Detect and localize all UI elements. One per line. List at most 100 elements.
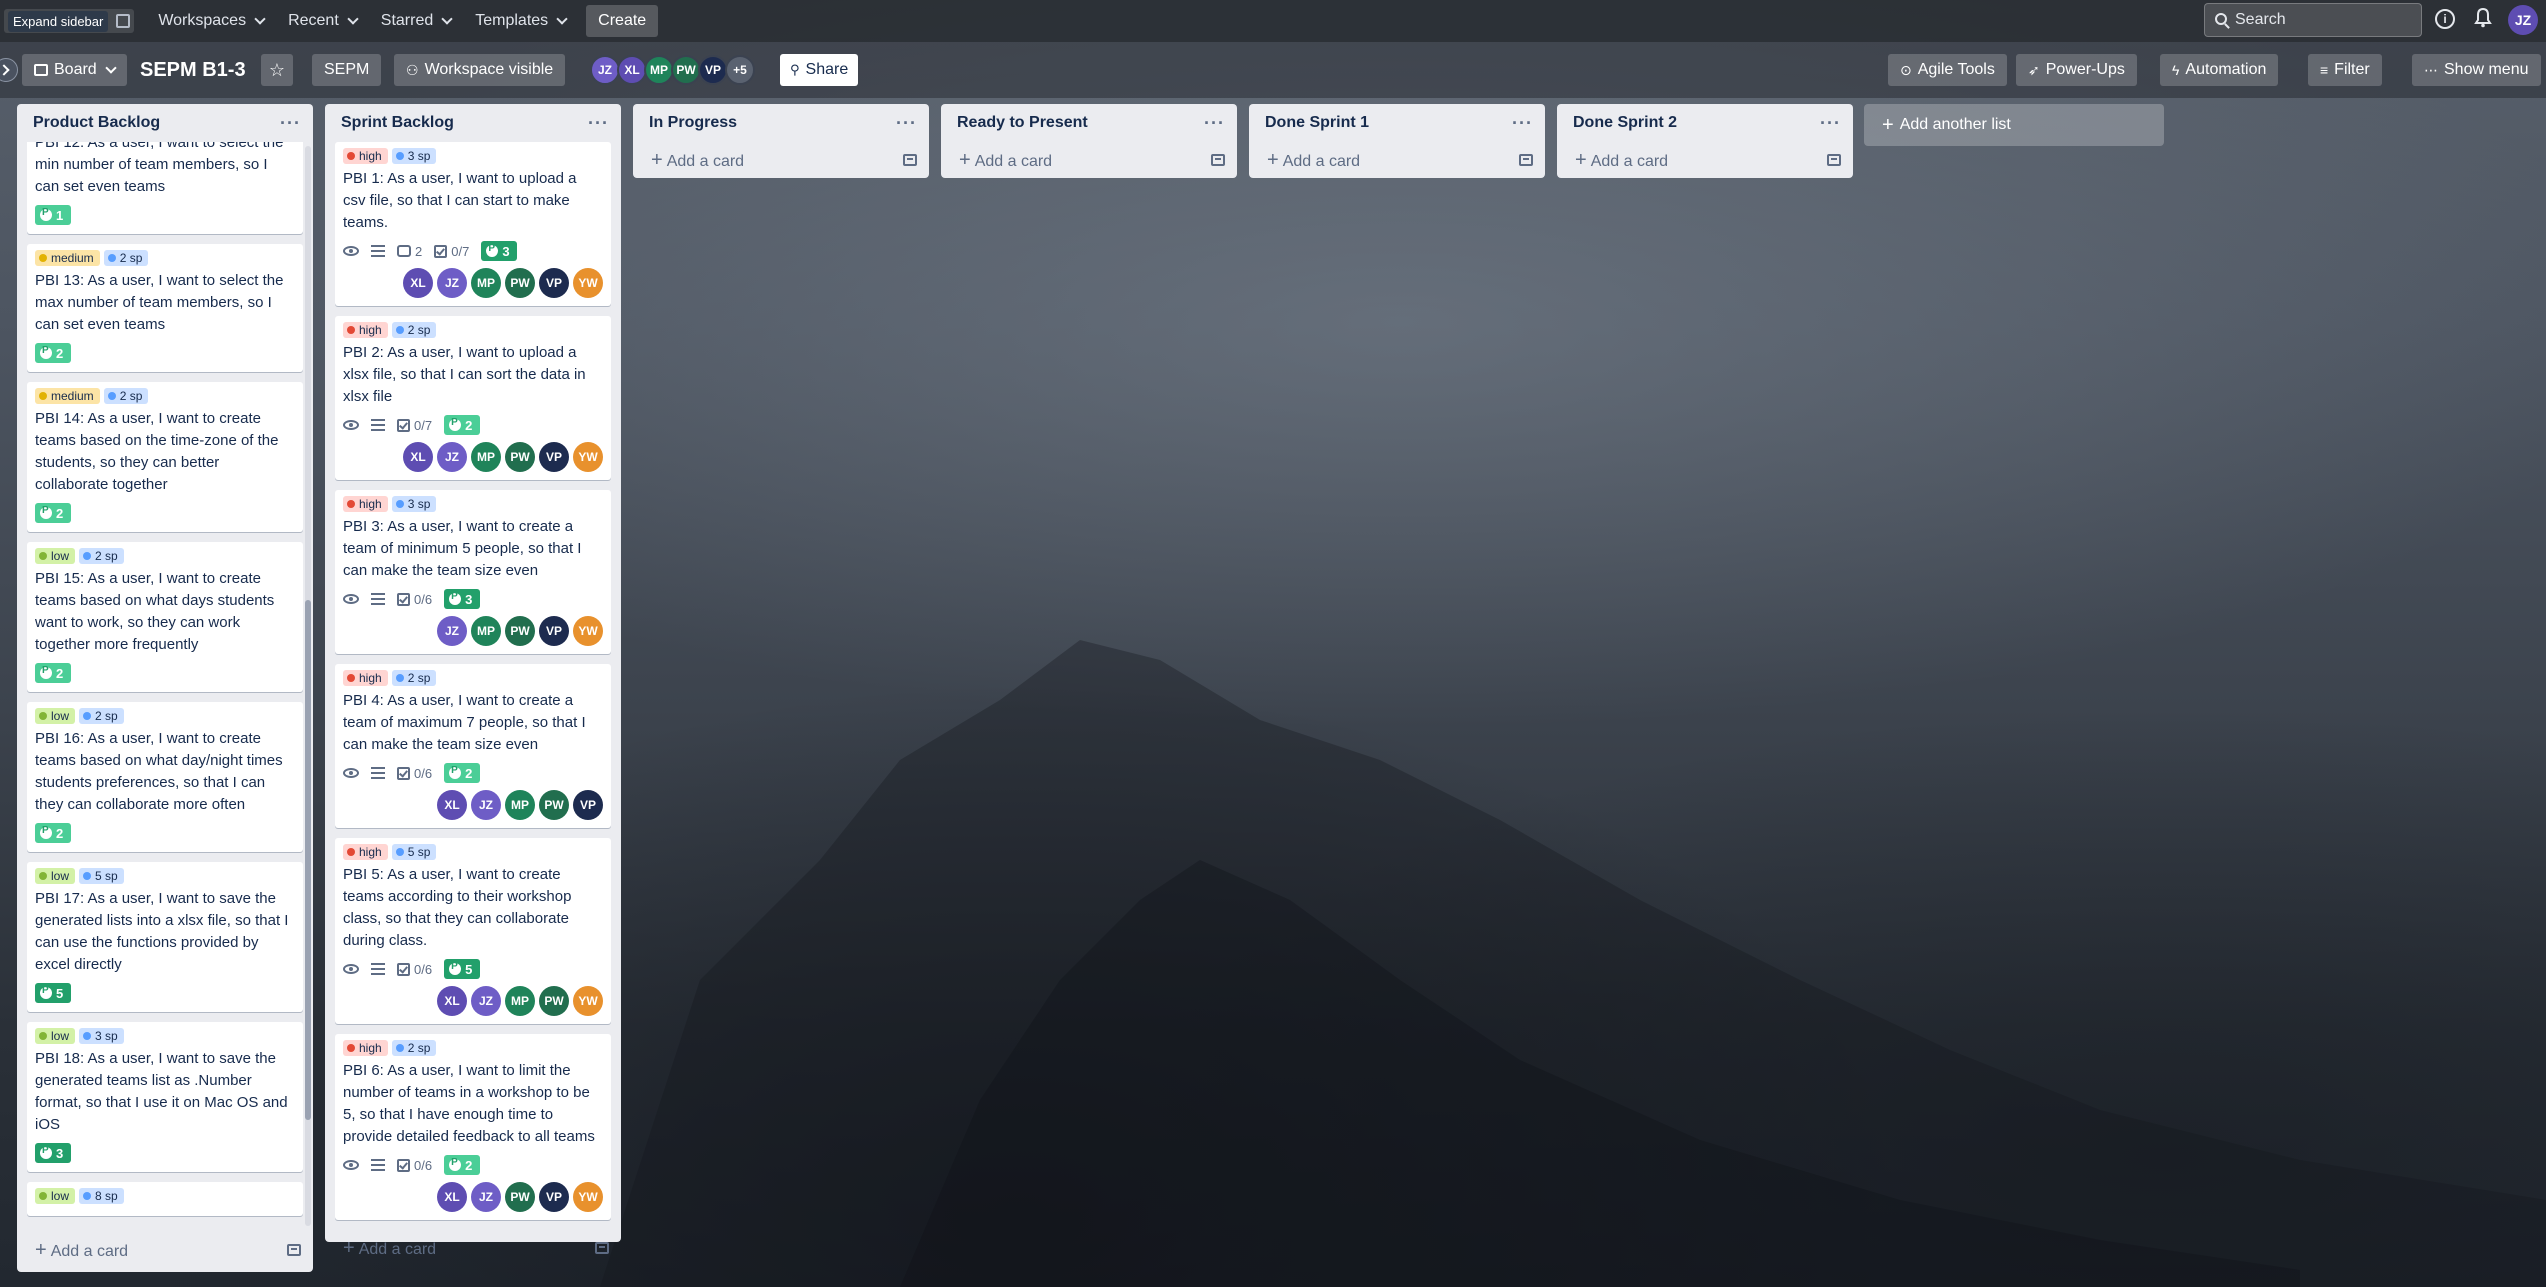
list-menu-icon[interactable]: ··· [896, 114, 917, 132]
member-avatar[interactable]: JZ [437, 442, 467, 472]
board-title[interactable]: SEPM B1-3 [140, 54, 246, 86]
list-menu-icon[interactable]: ··· [1820, 114, 1841, 132]
member-avatar[interactable]: YW [573, 442, 603, 472]
recent-menu[interactable]: Recent [276, 6, 369, 36]
member-avatar[interactable]: YW [573, 986, 603, 1016]
card[interactable]: low 8 sp [27, 1182, 303, 1216]
member-avatar[interactable]: MP [471, 442, 501, 472]
card[interactable]: low 3 sp PBI 18: As a user, I want to sa… [27, 1022, 303, 1172]
member-avatar[interactable]: VP [539, 442, 569, 472]
list-title[interactable]: Sprint Backlog [341, 114, 454, 132]
add-card-button[interactable]: + Add a card [1557, 142, 1853, 178]
member-avatar[interactable]: XL [403, 268, 433, 298]
list-header[interactable]: In Progress ··· [633, 104, 929, 142]
sidebar-toggle-button[interactable] [0, 58, 18, 82]
card[interactable]: medium 2 sp PBI 13: As a user, I want to… [27, 244, 303, 372]
card[interactable]: high 2 sp PBI 2: As a user, I want to up… [335, 316, 611, 480]
bell-icon[interactable] [2474, 8, 2492, 28]
template-icon[interactable] [1211, 154, 1225, 166]
list-title[interactable]: Done Sprint 2 [1573, 114, 1677, 132]
list-header[interactable]: Ready to Present ··· [941, 104, 1237, 142]
template-icon[interactable] [1519, 154, 1533, 166]
add-card-button[interactable]: + Add a card [941, 142, 1237, 178]
user-avatar[interactable]: JZ [2508, 5, 2538, 35]
member-avatar[interactable]: XL [403, 442, 433, 472]
member-avatar[interactable]: YW [573, 1182, 603, 1212]
add-card-button[interactable]: + Add a card [1249, 142, 1545, 178]
app-logo[interactable]: Expand sidebar [4, 9, 135, 33]
member-avatar[interactable]: VP [573, 790, 603, 820]
add-card-button[interactable]: + Add a card [17, 1232, 313, 1268]
member-avatar[interactable]: XL [437, 986, 467, 1016]
add-card-button[interactable]: + Add a card [325, 1230, 621, 1266]
member-avatar[interactable]: JZ [590, 55, 620, 85]
card[interactable]: high 2 sp PBI 6: As a user, I want to li… [335, 1034, 611, 1220]
member-avatar[interactable]: PW [539, 790, 569, 820]
member-avatar[interactable]: XL [437, 1182, 467, 1212]
member-avatar[interactable]: XL [437, 790, 467, 820]
member-avatar[interactable]: MP [505, 986, 535, 1016]
member-avatar[interactable]: MP [505, 790, 535, 820]
list-menu-icon[interactable]: ··· [280, 114, 301, 132]
member-avatar[interactable]: VP [539, 268, 569, 298]
list-scrollbar-thumb[interactable] [305, 600, 311, 1120]
show-menu-button[interactable]: ⋯ Show menu [2412, 54, 2541, 86]
more-members-badge[interactable]: +5 [725, 55, 755, 85]
power-ups-button[interactable]: ➶ Power-Ups [2016, 54, 2137, 86]
card[interactable]: medium 2 sp PBI 14: As a user, I want to… [27, 382, 303, 532]
template-icon[interactable] [1827, 154, 1841, 166]
list-title[interactable]: Product Backlog [33, 114, 160, 132]
member-avatar[interactable]: PW [505, 268, 535, 298]
visibility-button[interactable]: ⚇ Workspace visible [394, 54, 566, 86]
list-title[interactable]: In Progress [649, 114, 737, 132]
add-card-button[interactable]: + Add a card [633, 142, 929, 178]
list-header[interactable]: Product Backlog ··· [17, 104, 313, 142]
templates-menu[interactable]: Templates [463, 6, 578, 36]
list-header[interactable]: Done Sprint 2 ··· [1557, 104, 1853, 142]
list-header[interactable]: Sprint Backlog ··· [325, 104, 621, 142]
card[interactable]: high 3 sp PBI 3: As a user, I want to cr… [335, 490, 611, 654]
list-menu-icon[interactable]: ··· [588, 114, 609, 132]
list-title[interactable]: Ready to Present [957, 114, 1088, 132]
member-avatar[interactable]: PW [539, 986, 569, 1016]
template-icon[interactable] [903, 154, 917, 166]
info-icon[interactable]: i [2435, 9, 2455, 29]
card[interactable]: high 5 sp PBI 5: As a user, I want to cr… [335, 838, 611, 1024]
card[interactable]: low 2 sp PBI 15: As a user, I want to cr… [27, 542, 303, 692]
member-avatar[interactable]: JZ [471, 1182, 501, 1212]
member-avatar[interactable]: PW [671, 55, 701, 85]
member-avatar[interactable]: JZ [437, 616, 467, 646]
member-avatar[interactable]: VP [698, 55, 728, 85]
automation-button[interactable]: ϟ Automation [2160, 54, 2279, 86]
workspace-tag-button[interactable]: SEPM [312, 54, 382, 86]
starred-menu[interactable]: Starred [369, 6, 463, 36]
member-avatar[interactable]: YW [573, 268, 603, 298]
list-title[interactable]: Done Sprint 1 [1265, 114, 1369, 132]
card[interactable]: PBI 12: As a user, I want to select the … [27, 142, 303, 234]
member-avatar[interactable]: MP [644, 55, 674, 85]
board-members[interactable]: JZ XL MP PW VP +5 [590, 55, 755, 85]
member-avatar[interactable]: PW [505, 1182, 535, 1212]
create-button[interactable]: Create [586, 5, 659, 37]
member-avatar[interactable]: VP [539, 616, 569, 646]
card[interactable]: low 2 sp PBI 16: As a user, I want to cr… [27, 702, 303, 852]
search-input[interactable]: Search [2204, 3, 2422, 37]
member-avatar[interactable]: MP [471, 616, 501, 646]
member-avatar[interactable]: JZ [471, 986, 501, 1016]
star-icon[interactable]: ☆ [261, 54, 293, 86]
template-icon[interactable] [287, 1244, 301, 1256]
workspaces-menu[interactable]: Workspaces [146, 6, 276, 36]
member-avatar[interactable]: JZ [437, 268, 467, 298]
member-avatar[interactable]: PW [505, 442, 535, 472]
member-avatar[interactable]: VP [539, 1182, 569, 1212]
member-avatar[interactable]: PW [505, 616, 535, 646]
member-avatar[interactable]: JZ [471, 790, 501, 820]
list-menu-icon[interactable]: ··· [1512, 114, 1533, 132]
share-button[interactable]: ⚲ Share [780, 54, 859, 86]
filter-button[interactable]: ≡ Filter [2308, 54, 2382, 86]
template-icon[interactable] [595, 1242, 609, 1254]
member-avatar[interactable]: YW [573, 616, 603, 646]
card[interactable]: high 3 sp PBI 1: As a user, I want to up… [335, 142, 611, 306]
list-header[interactable]: Done Sprint 1 ··· [1249, 104, 1545, 142]
list-menu-icon[interactable]: ··· [1204, 114, 1225, 132]
